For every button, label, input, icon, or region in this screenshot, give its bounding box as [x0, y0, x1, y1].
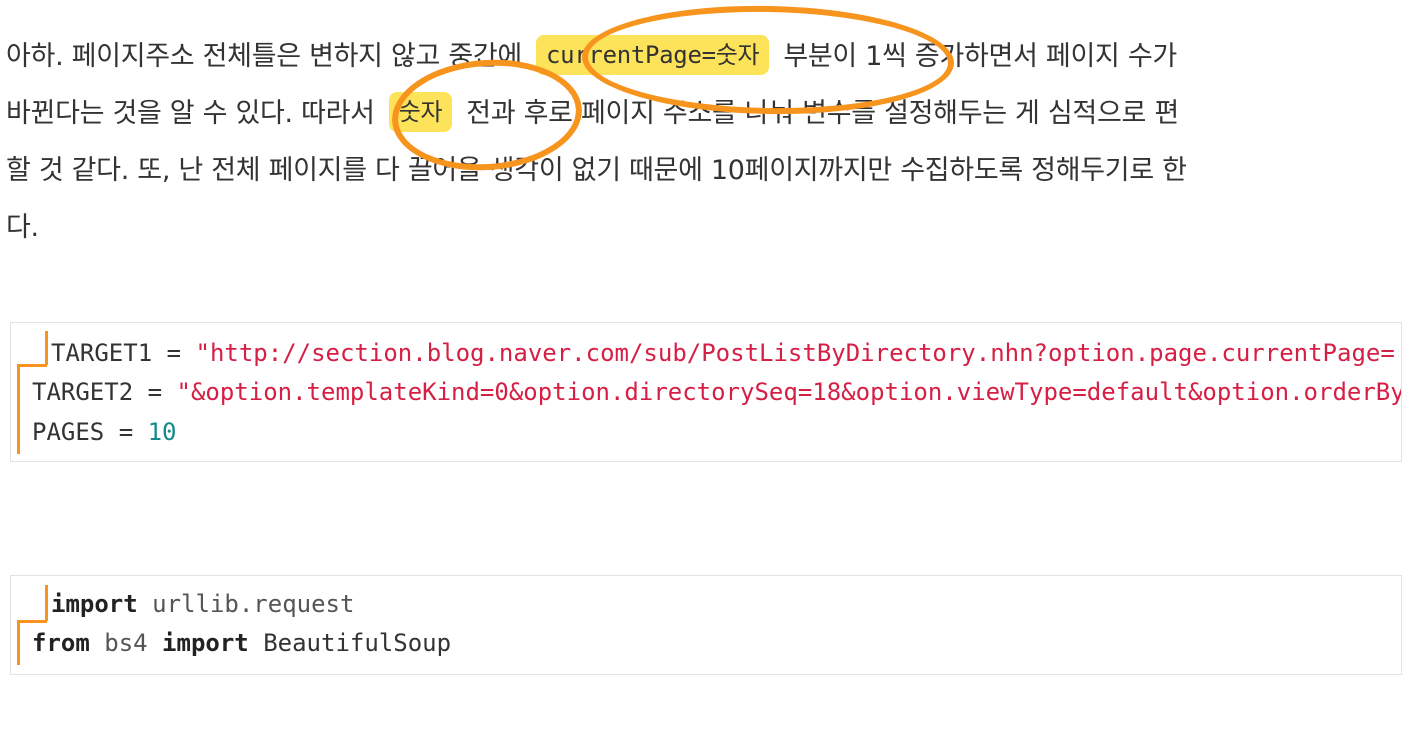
paragraph-text: 바뀐다는 것을 알 수 있다. 따라서	[6, 98, 375, 129]
paragraph-line-3: 할 것 같다. 또, 난 전체 페이지를 다 끌어올 생각이 없기 때문에 10…	[6, 155, 1187, 186]
paragraph-text: 아하. 페이지주소 전체틀은 변하지 않고 중간에	[6, 41, 522, 72]
annotation-bracket-2-mid	[17, 620, 47, 623]
inline-code-number: 숫자	[388, 92, 453, 132]
inline-code-current-page: currentPage=숫자	[535, 35, 770, 75]
annotation-bracket-1-upper	[45, 331, 48, 365]
annotation-bracket-2-upper	[45, 585, 48, 621]
code-line-from-import: from bs4 import BeautifulSoup	[32, 623, 451, 663]
code-var: TARGET2 =	[32, 378, 177, 406]
code-keyword: from	[32, 629, 90, 657]
code-line-target2: TARGET2 = "&option.templateKind=0&option…	[32, 372, 1402, 412]
paragraph-line-2: 바뀐다는 것을 알 수 있다. 따라서 숫자 전과 후로 페이지 주소를 나눠 변수…	[6, 85, 1404, 142]
annotation-bracket-1-lower	[17, 364, 20, 454]
code-line-target1: TARGET1 = "http://section.blog.naver.com…	[51, 333, 1395, 373]
code-keyword: import	[162, 629, 249, 657]
paragraph-line-1: 아하. 페이지주소 전체틀은 변하지 않고 중간에 currentPage=숫자 부…	[6, 28, 1404, 85]
code-var: PAGES =	[32, 418, 148, 446]
code-class: BeautifulSoup	[248, 629, 452, 657]
code-line-import: import urllib.request	[51, 584, 354, 624]
code-block-1: TARGET1 = "http://section.blog.naver.com…	[10, 322, 1402, 462]
code-module: bs4	[89, 629, 163, 657]
code-module: urllib.request	[137, 590, 355, 618]
article-paragraph: 아하. 페이지주소 전체틀은 변하지 않고 중간에 currentPage=숫자 부…	[6, 28, 1404, 256]
paragraph-text: 부분이 1씩 증가하면서 페이지 수가	[783, 41, 1177, 72]
code-number: 10	[147, 418, 177, 446]
annotation-bracket-1-mid	[17, 364, 47, 367]
code-line-pages: PAGES = 10	[32, 412, 177, 452]
paragraph-line-4: 다.	[6, 212, 39, 243]
paragraph-text: 전과 후로 페이지 주소를 나눠 변수를 설정해두는 게 심적으로 편	[466, 98, 1179, 129]
annotation-bracket-2-lower	[17, 620, 20, 665]
code-keyword: import	[51, 590, 138, 618]
code-block-2: import urllib.request from bs4 import Be…	[10, 575, 1402, 675]
code-var: TARGET1 =	[51, 339, 196, 367]
code-string: "&option.templateKind=0&option.directory…	[176, 378, 1402, 406]
code-string: "http://section.blog.naver.com/sub/PostL…	[195, 339, 1395, 367]
